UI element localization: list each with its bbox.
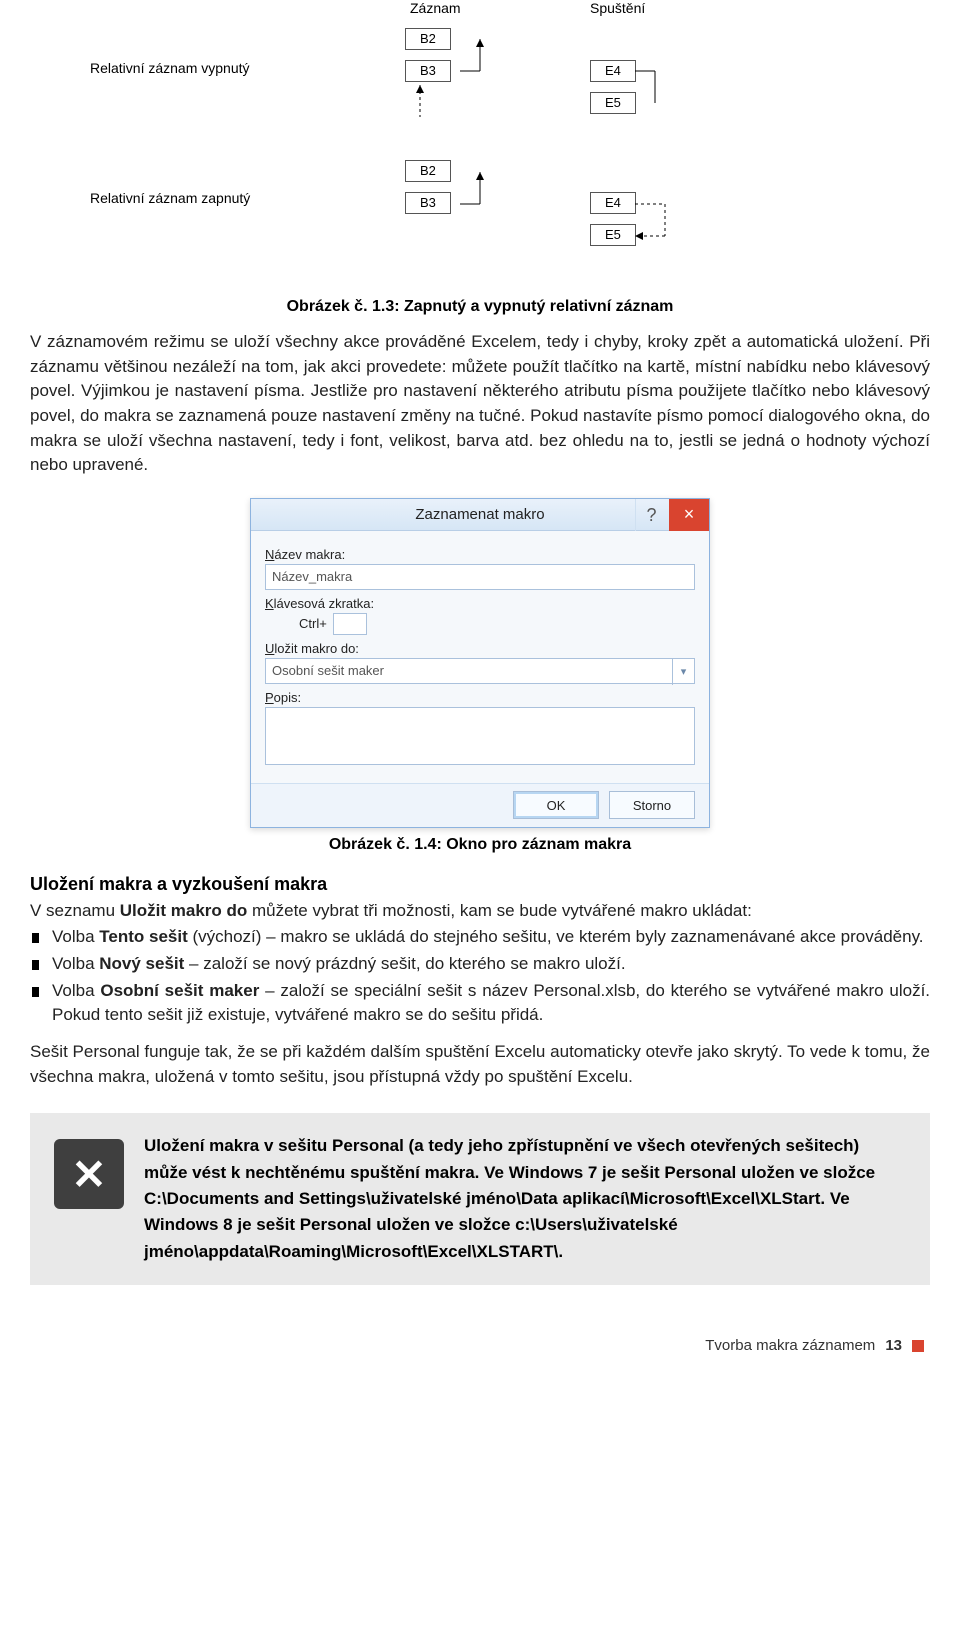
label-description: Popis:	[265, 690, 695, 705]
list-item: Volba Nový sešit – založí se nový prázdn…	[30, 952, 930, 977]
list-store-options: Volba Tento sešit (výchozí) – makro se u…	[30, 925, 930, 1028]
combo-store-in[interactable]: Osobní sešit maker ▾	[265, 658, 695, 684]
list-item: Volba Osobní sešit maker – založí se spe…	[30, 979, 930, 1028]
diagram-row2-label: Relativní záznam zapnutý	[90, 190, 250, 206]
diagram-col-zaznam: Záznam	[410, 0, 461, 16]
footer-square-icon	[912, 1340, 924, 1352]
chevron-down-icon[interactable]: ▾	[672, 659, 694, 685]
diagram-row1-label: Relativní záznam vypnutý	[90, 60, 250, 76]
warning-icon: ✕	[54, 1139, 124, 1209]
close-icon[interactable]: ×	[669, 499, 709, 531]
diagram-arrows-bottom	[400, 158, 680, 258]
figure-caption-1-3: Obrázek č. 1.3: Zapnutý a vypnutý relati…	[30, 298, 930, 316]
diagram-col-spusteni: Spuštění	[590, 0, 645, 16]
page-footer: Tvorba makra záznamem 13	[30, 1325, 930, 1362]
footer-page-number: 13	[885, 1337, 902, 1354]
warning-text: Uložení makra v sešitu Personal (a tedy …	[144, 1133, 906, 1265]
subheading-save-macro: Uložení makra a vyzkoušení makra	[30, 874, 930, 895]
dialog-titlebar: Zaznamenat makro ? ×	[251, 499, 709, 531]
footer-section-title: Tvorba makra záznamem	[705, 1337, 875, 1354]
label-macro-name: Název makra:	[265, 547, 695, 562]
warning-note: ✕ Uložení makra v sešitu Personal (a ted…	[30, 1113, 930, 1285]
figure-caption-1-4: Obrázek č. 1.4: Okno pro záznam makra	[30, 836, 930, 854]
cancel-button[interactable]: Storno	[609, 791, 695, 819]
diagram-arrows-top	[400, 25, 660, 120]
paragraph-store-intro: V seznamu Uložit makro do můžete vybrat …	[30, 899, 930, 924]
ok-button[interactable]: OK	[513, 791, 599, 819]
paragraph-record-mode: V záznamovém režimu se uloží všechny akc…	[30, 330, 930, 478]
paragraph-personal-behavior: Sešit Personal funguje tak, že se při ka…	[30, 1040, 930, 1089]
combo-store-value: Osobní sešit maker	[272, 663, 384, 678]
bold-ulozit-makro-do: Uložit makro do	[120, 901, 248, 920]
label-store-in: Uložit makro do:	[265, 641, 695, 656]
list-item: Volba Tento sešit (výchozí) – makro se u…	[30, 925, 930, 950]
label-ctrl: Ctrl+	[299, 616, 327, 631]
input-macro-name[interactable]: Název_makra	[265, 564, 695, 590]
help-icon[interactable]: ?	[635, 499, 667, 531]
input-description[interactable]	[265, 707, 695, 765]
label-shortcut: Klávesová zkratka:	[265, 596, 695, 611]
diagram-relative-record: Záznam Spuštění Relativní záznam vypnutý…	[30, 0, 930, 290]
dialog-record-macro: Zaznamenat makro ? × Název makra: Název_…	[250, 498, 710, 828]
dialog-title-text: Zaznamenat makro	[415, 506, 544, 523]
input-shortcut-key[interactable]	[333, 613, 367, 635]
